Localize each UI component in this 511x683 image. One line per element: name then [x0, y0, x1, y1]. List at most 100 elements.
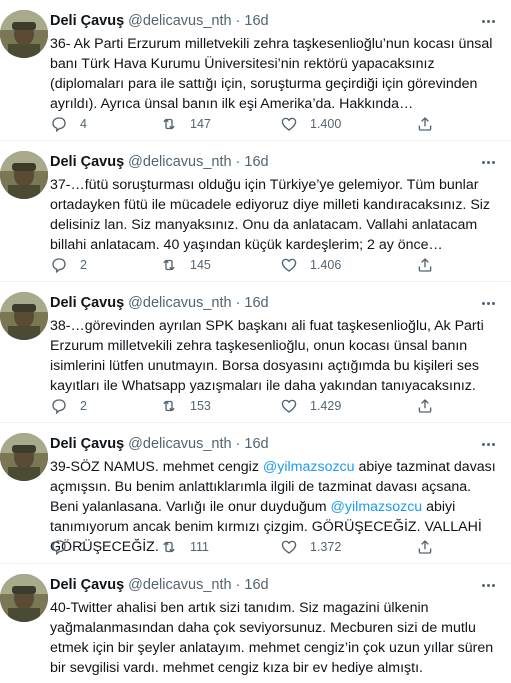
heart-icon [281, 540, 297, 554]
retweet-count: 153 [190, 399, 211, 413]
heart-icon [281, 117, 297, 131]
share-icon [418, 540, 432, 554]
mention-link[interactable]: @yilmazsozcu [331, 499, 423, 515]
like-button[interactable]: 1.400 [280, 115, 341, 133]
like-count: 1.429 [310, 399, 342, 413]
share-button[interactable] [416, 397, 434, 415]
author-name[interactable]: Deli Çavuş [50, 154, 124, 170]
avatar[interactable] [0, 433, 48, 481]
avatar-image [0, 10, 48, 58]
author-handle[interactable]: @delicavus_nth [128, 436, 231, 452]
tweet-feed: Deli Çavuş @delicavus_nth · 16d 36- Ak P… [0, 0, 511, 683]
avatar-image [0, 433, 48, 481]
reply-button[interactable]: 2 [50, 397, 87, 415]
retweet-icon [163, 259, 175, 271]
reply-icon [52, 399, 66, 415]
retweet-button[interactable]: 147 [160, 115, 211, 133]
tweet-text-segment: 37-…fütü soruşturması olduğu için Türkiy… [50, 177, 491, 253]
author-name[interactable]: Deli Çavuş [50, 436, 124, 452]
tweet-text-segment: 39-SÖZ NAMUS. mehmet cengiz [50, 459, 263, 475]
action-bar: 4 147 1.400 [50, 114, 460, 134]
author-name[interactable]: Deli Çavuş [50, 295, 124, 311]
tweet-text: 36- Ak Parti Erzurum milletvekili zehra … [50, 34, 497, 114]
reply-count: 4 [80, 117, 87, 131]
tweet-header: Deli Çavuş @delicavus_nth · 16d [50, 153, 497, 171]
tweet-body: Deli Çavuş @delicavus_nth · 16d 36- Ak P… [50, 12, 497, 114]
tweet-text: 40-Twitter ahalisi ben artık sizi tanıdı… [50, 598, 497, 678]
like-button[interactable]: 1.372 [280, 538, 341, 556]
tweet-body: Deli Çavuş @delicavus_nth · 16d 40-Twitt… [50, 576, 497, 678]
tweet-body: Deli Çavuş @delicavus_nth · 16d 37-…fütü… [50, 153, 497, 255]
separator-dot: · [235, 154, 241, 170]
author-handle[interactable]: @delicavus_nth [128, 154, 231, 170]
tweet-body: Deli Çavuş @delicavus_nth · 16d 38-…göre… [50, 294, 497, 396]
avatar[interactable] [0, 151, 48, 199]
tweet-header: Deli Çavuş @delicavus_nth · 16d [50, 294, 497, 312]
reply-button[interactable]: 2 [50, 256, 87, 274]
action-bar: 2 153 1.429 [50, 396, 460, 416]
more-icon[interactable] [479, 153, 497, 171]
avatar[interactable] [0, 10, 48, 58]
author-name[interactable]: Deli Çavuş [50, 577, 124, 593]
tweet-time[interactable]: 16d [244, 154, 268, 170]
tweet[interactable]: Deli Çavuş @delicavus_nth · 16d 38-…göre… [0, 282, 511, 423]
avatar[interactable] [0, 292, 48, 340]
separator-dot: · [235, 436, 241, 452]
more-icon[interactable] [479, 576, 497, 594]
more-icon[interactable] [479, 12, 497, 30]
avatar-image [0, 574, 48, 622]
tweet-header: Deli Çavuş @delicavus_nth · 16d [50, 12, 497, 30]
retweet-icon [163, 118, 175, 130]
tweet-text: 37-…fütü soruşturması olduğu için Türkiy… [50, 175, 497, 255]
retweet-button[interactable]: 111 [160, 538, 209, 556]
like-button[interactable]: 1.429 [280, 397, 341, 415]
tweet-header: Deli Çavuş @delicavus_nth · 16d [50, 576, 497, 594]
tweet-time[interactable]: 16d [244, 577, 268, 593]
retweet-icon [163, 400, 175, 412]
tweet[interactable]: Deli Çavuş @delicavus_nth · 16d 40-Twitt… [0, 564, 511, 683]
mention-link[interactable]: @yilmazsozcu [263, 459, 355, 475]
share-button[interactable] [416, 256, 434, 274]
avatar[interactable] [0, 574, 48, 622]
tweet[interactable]: Deli Çavuş @delicavus_nth · 16d 37-…fütü… [0, 141, 511, 282]
reply-count: 1 [80, 540, 87, 554]
like-count: 1.400 [310, 117, 342, 131]
author-name[interactable]: Deli Çavuş [50, 13, 124, 29]
more-icon[interactable] [479, 294, 497, 312]
separator-dot: · [235, 577, 241, 593]
author-handle[interactable]: @delicavus_nth [128, 13, 231, 29]
author-handle[interactable]: @delicavus_nth [128, 295, 231, 311]
reply-count: 2 [80, 399, 87, 413]
reply-icon [52, 117, 66, 133]
more-icon[interactable] [479, 435, 497, 453]
retweet-button[interactable]: 145 [160, 256, 211, 274]
heart-icon [281, 399, 297, 413]
like-button[interactable]: 1.406 [280, 256, 341, 274]
avatar-image [0, 151, 48, 199]
retweet-icon [163, 541, 175, 553]
tweet-time[interactable]: 16d [244, 436, 268, 452]
reply-icon [52, 258, 66, 274]
retweet-count: 145 [190, 258, 211, 272]
share-button[interactable] [416, 115, 434, 133]
like-count: 1.406 [310, 258, 342, 272]
reply-button[interactable]: 4 [50, 115, 87, 133]
reply-button[interactable]: 1 [50, 538, 87, 556]
tweet-time[interactable]: 16d [244, 295, 268, 311]
retweet-button[interactable]: 153 [160, 397, 211, 415]
tweet-text-segment: 38-…görevinden ayrılan SPK başkanı ali f… [50, 318, 484, 394]
tweet[interactable]: Deli Çavuş @delicavus_nth · 16d 36- Ak P… [0, 0, 511, 141]
share-icon [418, 117, 432, 131]
retweet-count: 147 [190, 117, 211, 131]
heart-icon [281, 258, 297, 272]
separator-dot: · [235, 13, 241, 29]
tweet-time[interactable]: 16d [244, 13, 268, 29]
share-icon [418, 258, 432, 272]
separator-dot: · [235, 295, 241, 311]
tweet[interactable]: Deli Çavuş @delicavus_nth · 16d 39-SÖZ N… [0, 423, 511, 564]
reply-count: 2 [80, 258, 87, 272]
tweet-text-segment: 36- Ak Parti Erzurum milletvekili zehra … [50, 36, 493, 112]
tweet-text-segment: 40-Twitter ahalisi ben artık sizi tanıdı… [50, 600, 494, 676]
author-handle[interactable]: @delicavus_nth [128, 577, 231, 593]
share-button[interactable] [416, 538, 434, 556]
